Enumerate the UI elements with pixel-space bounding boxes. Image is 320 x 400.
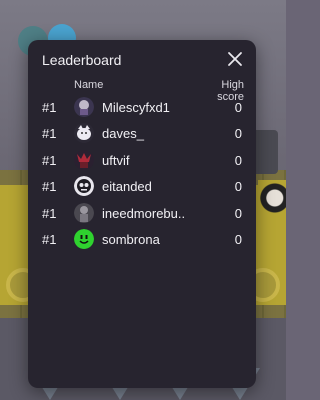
rank-label: #1 bbox=[42, 179, 57, 195]
leaderboard-row[interactable]: #1 uftvif 0 bbox=[28, 147, 256, 173]
leaderboard-row[interactable]: #1 Milescyfxd1 0 bbox=[28, 94, 256, 120]
avatar-green-smiley-icon bbox=[74, 228, 94, 249]
close-icon bbox=[228, 52, 242, 66]
username: sombrona bbox=[102, 231, 160, 247]
username: ineedmorebu.. bbox=[102, 205, 186, 221]
leaderboard-modal: Leaderboard Name High score #1 Milescyfx… bbox=[28, 40, 256, 388]
leaderboard-row[interactable]: #1 eitanded 0 bbox=[28, 173, 256, 199]
rank-label: #1 bbox=[42, 126, 57, 142]
leaderboard-row[interactable]: #1 ineedmorebu.. 0 bbox=[28, 200, 256, 226]
leaderboard-row[interactable]: #1 sombrona 0 bbox=[28, 226, 256, 252]
close-button[interactable] bbox=[224, 48, 246, 70]
background-character bbox=[258, 180, 286, 240]
high-score-value: 0 bbox=[234, 126, 242, 142]
avatar-white-cat-icon bbox=[74, 123, 94, 144]
avatar-red-character-icon bbox=[74, 149, 94, 170]
rank-label: #1 bbox=[42, 205, 57, 221]
high-score-value: 0 bbox=[234, 179, 242, 195]
rank-label: #1 bbox=[42, 152, 57, 168]
username: uftvif bbox=[102, 152, 130, 168]
high-score-value: 0 bbox=[234, 100, 242, 115]
avatar-dark-character-icon bbox=[74, 97, 94, 117]
username: daves_ bbox=[102, 126, 144, 142]
modal-title: Leaderboard bbox=[42, 52, 122, 68]
column-header-name: Name bbox=[74, 79, 104, 91]
leaderboard-row[interactable]: #1 daves_ 0 bbox=[28, 120, 256, 146]
rank-label: #1 bbox=[42, 100, 57, 115]
avatar-skull-face-icon bbox=[74, 176, 94, 197]
username: Milescyfxd1 bbox=[102, 100, 170, 115]
username: eitanded bbox=[102, 179, 152, 195]
rank-label: #1 bbox=[42, 231, 57, 247]
high-score-value: 0 bbox=[234, 152, 242, 168]
leaderboard-list: #1 Milescyfxd1 0 #1 daves_ 0 #1 uftvif 0… bbox=[28, 94, 256, 252]
avatar-grey-figure-icon bbox=[74, 202, 94, 223]
high-score-value: 0 bbox=[234, 231, 242, 247]
high-score-value: 0 bbox=[234, 205, 242, 221]
